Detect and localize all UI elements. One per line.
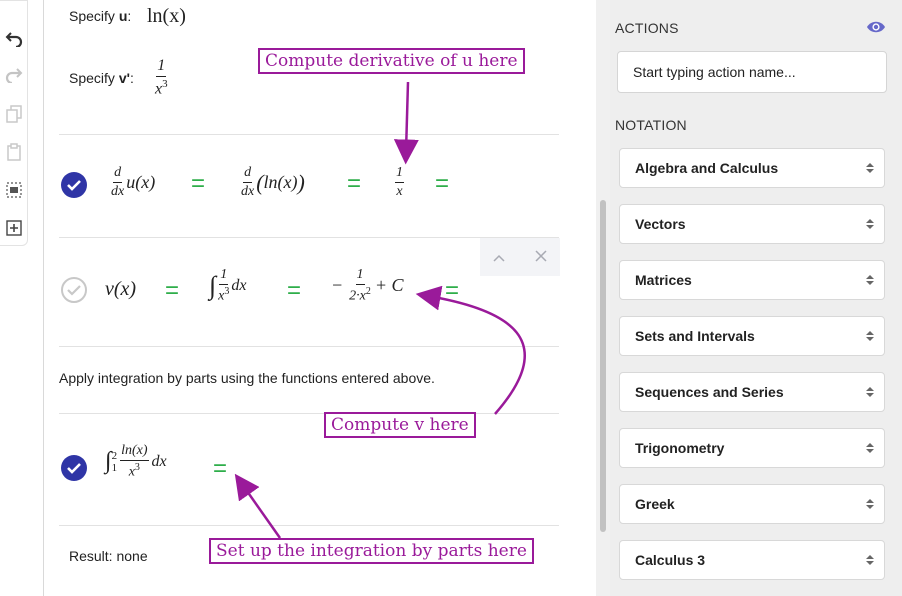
divider	[59, 525, 559, 526]
annotation-derivative: Compute derivative of u here	[258, 48, 525, 74]
sort-arrows-icon	[866, 218, 874, 230]
copy-icon[interactable]	[0, 100, 28, 128]
v-result[interactable]: − 1 2·x2 + C	[331, 268, 404, 304]
select-label: Sets and Intervals	[635, 328, 755, 344]
equals-sign: =	[213, 455, 228, 482]
sort-arrows-icon	[866, 386, 874, 398]
check-complete-icon[interactable]	[61, 455, 87, 481]
select-label: Vectors	[635, 216, 686, 232]
notation-select-greek[interactable]: Greek	[619, 484, 885, 524]
close-icon[interactable]	[534, 249, 548, 268]
equals-sign: =	[165, 277, 180, 304]
equals-sign: =	[445, 277, 460, 304]
derivative-expression[interactable]: d dx (ln(x))	[241, 166, 305, 199]
actions-heading: ACTIONS	[615, 20, 679, 36]
derivative-result[interactable]: 1x	[395, 166, 404, 199]
sort-arrows-icon	[866, 330, 874, 342]
notation-select-vectors[interactable]: Vectors	[619, 204, 885, 244]
notation-select-sequences-series[interactable]: Sequences and Series	[619, 372, 885, 412]
equals-sign: =	[191, 170, 206, 197]
paste-icon[interactable]	[0, 138, 28, 166]
v-prime-input[interactable]: 1 x3	[155, 58, 168, 97]
select-label: Calculus 3	[635, 552, 706, 568]
insert-cell-icon[interactable]	[0, 214, 28, 242]
divider	[59, 413, 559, 414]
equals-sign: =	[435, 170, 450, 197]
undo-icon[interactable]	[0, 24, 28, 52]
eye-icon[interactable]	[866, 20, 886, 39]
notation-select-calculus-3[interactable]: Calculus 3	[619, 540, 885, 580]
row-controls	[480, 238, 560, 276]
sort-arrows-icon	[866, 162, 874, 174]
annotation-integration: Set up the integration by parts here	[209, 538, 534, 564]
side-panel: ACTIONS NOTATION Algebra and Calculus Ve…	[610, 0, 902, 596]
select-label: Sequences and Series	[635, 384, 784, 400]
divider	[59, 134, 559, 135]
select-cell-icon[interactable]	[0, 176, 28, 204]
result-text: Result: none	[69, 548, 148, 564]
u-input[interactable]: ln(x)	[147, 5, 186, 28]
select-label: Greek	[635, 496, 675, 512]
notation-select-sets-intervals[interactable]: Sets and Intervals	[619, 316, 885, 356]
derivative-lhs[interactable]: d dx u(x)	[111, 166, 155, 199]
check-complete-icon[interactable]	[61, 172, 87, 198]
specify-v-label: Specify v':	[69, 70, 134, 86]
v-integral[interactable]: ∫ 1 x3 dx	[209, 268, 246, 304]
select-label: Trigonometry	[635, 440, 725, 456]
worksheet: Specify u: ln(x) Specify v': 1 x3 d dx u(…	[45, 0, 593, 596]
check-pending-icon[interactable]	[61, 277, 87, 303]
equals-sign: =	[347, 170, 362, 197]
redo-icon[interactable]	[0, 60, 28, 88]
select-label: Matrices	[635, 272, 692, 288]
action-search-input[interactable]	[617, 51, 887, 93]
scrollbar-thumb[interactable]	[600, 200, 606, 532]
notation-heading: NOTATION	[615, 117, 687, 133]
sort-arrows-icon	[866, 498, 874, 510]
annotation-v: Compute v here	[324, 412, 476, 438]
notation-select-algebra-calculus[interactable]: Algebra and Calculus	[619, 148, 885, 188]
select-label: Algebra and Calculus	[635, 160, 779, 176]
left-toolbar	[0, 0, 44, 596]
notation-select-trigonometry[interactable]: Trigonometry	[619, 428, 885, 468]
equals-sign: =	[287, 277, 302, 304]
sort-arrows-icon	[866, 554, 874, 566]
v-lhs[interactable]: v(x)	[105, 278, 136, 301]
sort-arrows-icon	[866, 442, 874, 454]
divider	[59, 346, 559, 347]
integration-expression[interactable]: ∫ 2 1 ln(x) x3 dx	[105, 444, 167, 480]
sort-arrows-icon	[866, 274, 874, 286]
apply-instruction: Apply integration by parts using the fun…	[59, 370, 435, 386]
move-up-icon[interactable]	[492, 250, 506, 268]
notation-select-matrices[interactable]: Matrices	[619, 260, 885, 300]
specify-u-label: Specify u:	[69, 8, 132, 24]
